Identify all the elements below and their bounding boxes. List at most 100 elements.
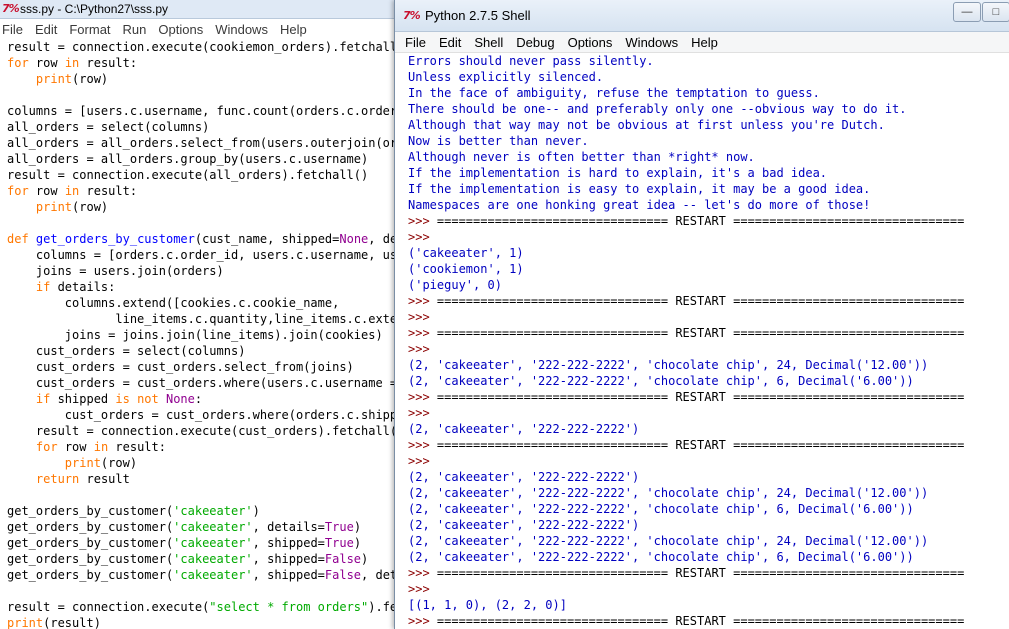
editor-menubar: File Edit Format Run Options Windows Hel…: [0, 19, 420, 39]
code-line: print(row): [7, 199, 420, 215]
output-line: In the face of ambiguity, refuse the tem…: [408, 86, 820, 100]
code-token: get_orders_by_customer(: [7, 568, 174, 582]
code-token: "select * from orders": [209, 600, 369, 614]
code-line: result = connection.execute(cust_orders)…: [7, 423, 420, 439]
code-line: if shipped is not None:: [7, 391, 420, 407]
code-token: , details=: [252, 520, 325, 534]
code-token: in: [64, 56, 80, 70]
code-token: return: [35, 472, 80, 486]
shell-menu-options[interactable]: Options: [568, 35, 613, 50]
code-token: for: [7, 184, 29, 198]
code-token: , shipped=: [252, 568, 325, 582]
code-token: 'cakeeater': [173, 520, 253, 534]
shell-menu-shell[interactable]: Shell: [474, 35, 503, 50]
code-token: result:: [108, 440, 166, 454]
code-token: ): [361, 552, 369, 566]
shell-menu-file[interactable]: File: [405, 35, 426, 50]
restart-banner: ================================ RESTART…: [436, 566, 965, 580]
code-line: joins = joins.join(line_items).join(cook…: [7, 327, 420, 343]
code-token: (row): [72, 72, 109, 86]
code-line: columns = [orders.c.order_id, users.c.us…: [7, 247, 420, 263]
code-token: result = connection.execute(all_orders).…: [7, 168, 369, 182]
restart-banner: ================================ RESTART…: [436, 438, 965, 452]
output-line: (2, 'cakeeater', '222-222-2222', 'chocol…: [408, 502, 914, 516]
maximize-icon[interactable]: □: [982, 2, 1009, 22]
code-token: get_orders_by_customer: [35, 232, 195, 246]
code-line: cust_orders = cust_orders.select_from(jo…: [7, 359, 420, 375]
minimize-icon[interactable]: ―: [953, 2, 981, 22]
restart-line: >>> ================================ RES…: [408, 613, 1009, 629]
editor-menu-format[interactable]: Format: [69, 22, 110, 37]
shell-menu-edit[interactable]: Edit: [439, 35, 461, 50]
idle-icon: 7%: [2, 2, 20, 15]
editor-menu-help[interactable]: Help: [280, 22, 307, 37]
code-line: for row in result:: [7, 183, 420, 199]
editor-menu-options[interactable]: Options: [158, 22, 203, 37]
editor-titlebar[interactable]: 7% sss.py - C:\Python27\sss.py: [0, 0, 420, 19]
code-line: def get_orders_by_customer(cust_name, sh…: [7, 231, 420, 247]
prompt-line: >>>: [408, 342, 437, 356]
code-token: 'cakeeater': [173, 536, 253, 550]
code-token: result = connection.execute(cookiemon_or…: [7, 40, 412, 54]
output-line: Now is better than never.: [408, 134, 589, 148]
code-token: columns = [users.c.username, func.count(…: [7, 104, 420, 118]
editor-menu-edit[interactable]: Edit: [35, 22, 57, 37]
restart-banner: ================================ RESTART…: [436, 390, 965, 404]
code-token: cust_orders = select(columns): [7, 344, 246, 358]
editor-menu-file[interactable]: File: [2, 22, 23, 37]
shell-titlebar[interactable]: 7% Python 2.7.5 Shell ― □: [395, 0, 1009, 32]
code-token: print: [35, 200, 73, 214]
editor-menu-windows[interactable]: Windows: [215, 22, 268, 37]
shell-menu-windows[interactable]: Windows: [625, 35, 678, 50]
code-token: ): [252, 504, 260, 518]
code-token: False: [324, 568, 362, 582]
code-token: get_orders_by_customer(: [7, 552, 174, 566]
code-token: all_orders = all_orders.select_from(user…: [7, 136, 420, 150]
output-line: ('cookiemon', 1): [408, 262, 524, 276]
restart-banner: ================================ RESTART…: [436, 214, 965, 228]
code-line: result = connection.execute("select * fr…: [7, 599, 420, 615]
shell-menu-help[interactable]: Help: [691, 35, 718, 50]
output-line: There should be one-- and preferably onl…: [408, 102, 907, 116]
code-token: for: [35, 440, 58, 454]
code-token: cust_orders = cust_orders.where(orders.c…: [64, 408, 420, 422]
code-line: result = connection.execute(all_orders).…: [7, 167, 420, 183]
restart-line: >>> ================================ RES…: [408, 389, 1009, 405]
code-line: for row in result:: [7, 439, 420, 455]
shell-output[interactable]: Errors should never pass silently. Unless…: [395, 53, 1009, 629]
output-line: (2, 'cakeeater', '222-222-2222'): [408, 470, 640, 484]
code-line: all_orders = all_orders.select_from(user…: [7, 135, 420, 151]
code-token: columns = [orders.c.order_id, users.c.us…: [35, 248, 420, 262]
code-line: joins = users.join(orders): [7, 263, 420, 279]
code-token: line_items.c.quantity,line_items.c.exten…: [115, 312, 420, 326]
prompt-line: >>>: [408, 310, 437, 324]
shell-menu-debug[interactable]: Debug: [516, 35, 554, 50]
output-line: ('cakeeater', 1): [408, 246, 524, 260]
code-editor[interactable]: result = connection.execute(cookiemon_or…: [0, 39, 420, 629]
code-token: , shipped=: [252, 536, 325, 550]
code-token: details:: [50, 280, 116, 294]
code-token: result = connection.execute(cust_orders)…: [7, 424, 405, 438]
code-line: get_orders_by_customer('cakeeater'): [7, 503, 420, 519]
code-token: all_orders = all_orders.group_by(users.c…: [7, 152, 369, 166]
editor-window: 7% sss.py - C:\Python27\sss.py File Edit…: [0, 0, 420, 629]
output-line: Unless explicitly silenced.: [408, 70, 604, 84]
editor-menu-run[interactable]: Run: [123, 22, 147, 37]
code-token: get_orders_by_customer(: [7, 536, 174, 550]
prompt-marker: >>>: [408, 214, 437, 228]
code-token: cust_orders = cust_orders.where(users.c.…: [35, 376, 420, 390]
code-line: columns = [users.c.username, func.count(…: [7, 103, 420, 119]
code-token: def: [7, 232, 29, 246]
restart-banner: ================================ RESTART…: [436, 326, 965, 340]
code-token: all_orders = select(columns): [7, 120, 210, 134]
prompt-marker: >>>: [408, 614, 437, 628]
